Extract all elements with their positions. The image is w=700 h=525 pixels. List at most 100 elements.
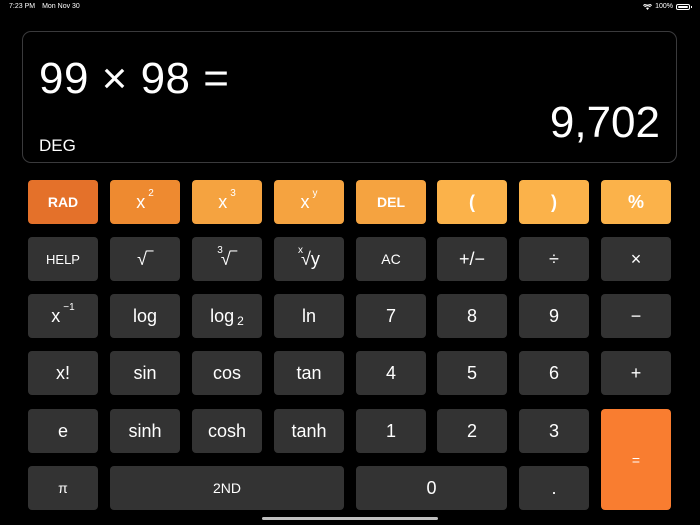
battery-percent: 100%	[655, 3, 673, 10]
square-base: x	[136, 191, 146, 212]
digit-8-label: 8	[466, 305, 477, 326]
rad-button[interactable]: RAD	[28, 180, 98, 224]
reciprocal-button[interactable]: x −1	[28, 294, 98, 338]
plus-minus-button[interactable]: +/−	[437, 237, 507, 281]
delete-button[interactable]: DEL	[356, 180, 426, 224]
battery-fill	[678, 5, 688, 8]
plus-button[interactable]: +	[601, 351, 671, 395]
digit-8-button[interactable]: 8	[437, 294, 507, 338]
status-date: Mon Nov 30	[42, 3, 80, 10]
reciprocal-base: x	[51, 305, 61, 326]
cube-root-button[interactable]: 3 √‾	[192, 237, 262, 281]
log-label: log	[132, 305, 158, 326]
factorial-label: x!	[55, 362, 70, 383]
digit-1-label: 1	[385, 420, 396, 441]
all-clear-button[interactable]: AC	[356, 237, 426, 281]
power-exponent: y	[312, 187, 318, 199]
decimal-button[interactable]: .	[519, 466, 589, 510]
sin-button[interactable]: sin	[110, 351, 180, 395]
digit-4-button[interactable]: 4	[356, 351, 426, 395]
open-paren-button[interactable]: (	[437, 180, 507, 224]
power-button[interactable]: xy	[274, 180, 344, 224]
help-label: HELP	[46, 251, 80, 267]
percent-label: %	[627, 191, 644, 212]
digit-5-label: 5	[466, 362, 477, 383]
digit-7-button[interactable]: 7	[356, 294, 426, 338]
cosh-label: cosh	[207, 420, 247, 441]
log2-button[interactable]: log 2	[192, 294, 262, 338]
second-function-button[interactable]: 2ND	[110, 466, 344, 510]
decimal-label: .	[551, 477, 557, 498]
cos-label: cos	[212, 362, 241, 383]
digit-2-label: 2	[466, 420, 477, 441]
square-exponent: 2	[148, 187, 154, 199]
pi-button[interactable]: π	[28, 466, 98, 510]
log2-subscript: 2	[237, 314, 244, 328]
ln-label: ln	[301, 305, 316, 326]
digit-6-label: 6	[548, 362, 559, 383]
all-clear-label: AC	[381, 251, 401, 267]
divide-label: ÷	[549, 248, 559, 269]
digit-2-button[interactable]: 2	[437, 409, 507, 453]
expression-text: 99 × 98 =	[39, 54, 230, 103]
tanh-button[interactable]: tanh	[274, 409, 344, 453]
calculator-display: 99 × 98 = 9,702 DEG	[22, 31, 677, 163]
multiply-button[interactable]: ×	[601, 237, 671, 281]
sinh-button[interactable]: sinh	[110, 409, 180, 453]
status-right: 100%	[643, 3, 692, 10]
sinh-label: sinh	[128, 420, 162, 441]
digit-1-button[interactable]: 1	[356, 409, 426, 453]
status-bar: 7:23 PM Mon Nov 30 100%	[0, 0, 700, 14]
divide-button[interactable]: ÷	[519, 237, 589, 281]
nth-root-button[interactable]: x √y	[274, 237, 344, 281]
digit-3-button[interactable]: 3	[519, 409, 589, 453]
digit-0-button[interactable]: 0	[356, 466, 507, 510]
cube-button[interactable]: x3	[192, 180, 262, 224]
open-paren-label: (	[469, 191, 475, 212]
euler-button[interactable]: e	[28, 409, 98, 453]
log-button[interactable]: log	[110, 294, 180, 338]
status-left: 7:23 PM Mon Nov 30	[9, 3, 80, 10]
equals-label: =	[631, 451, 641, 468]
square-root-button[interactable]: √‾	[110, 237, 180, 281]
digit-9-label: 9	[548, 305, 559, 326]
reciprocal-exponent: −1	[63, 301, 75, 313]
home-indicator[interactable]	[262, 517, 438, 520]
cube-root-label: √‾	[220, 248, 237, 269]
digit-7-label: 7	[385, 305, 396, 326]
euler-label: e	[57, 420, 68, 441]
close-paren-label: )	[551, 191, 557, 212]
multiply-label: ×	[630, 248, 642, 269]
cosh-button[interactable]: cosh	[192, 409, 262, 453]
pi-label: π	[58, 480, 68, 496]
digit-6-button[interactable]: 6	[519, 351, 589, 395]
square-button[interactable]: x2	[110, 180, 180, 224]
digit-4-label: 4	[385, 362, 396, 383]
sin-label: sin	[133, 362, 157, 383]
tanh-label: tanh	[291, 420, 327, 441]
cos-button[interactable]: cos	[192, 351, 262, 395]
plus-minus-label: +/−	[458, 248, 486, 269]
minus-button[interactable]: −	[601, 294, 671, 338]
cube-base: x	[218, 191, 228, 212]
plus-label: +	[630, 362, 642, 383]
tan-button[interactable]: tan	[274, 351, 344, 395]
digit-5-button[interactable]: 5	[437, 351, 507, 395]
factorial-button[interactable]: x!	[28, 351, 98, 395]
percent-button[interactable]: %	[601, 180, 671, 224]
close-paren-button[interactable]: )	[519, 180, 589, 224]
power-base: x	[300, 191, 310, 212]
wifi-icon	[643, 3, 653, 10]
nth-root-label: √y	[301, 248, 320, 269]
help-button[interactable]: HELP	[28, 237, 98, 281]
cube-exponent: 3	[230, 187, 236, 199]
square-root-label: √‾	[137, 248, 153, 269]
ln-button[interactable]: ln	[274, 294, 344, 338]
delete-label: DEL	[377, 194, 405, 210]
rad-label: RAD	[47, 194, 79, 210]
digit-9-button[interactable]: 9	[519, 294, 589, 338]
nth-root-index: x	[298, 244, 304, 256]
equals-button[interactable]: =	[601, 409, 671, 510]
digit-0-label: 0	[426, 477, 437, 498]
second-function-label: 2ND	[212, 480, 241, 496]
